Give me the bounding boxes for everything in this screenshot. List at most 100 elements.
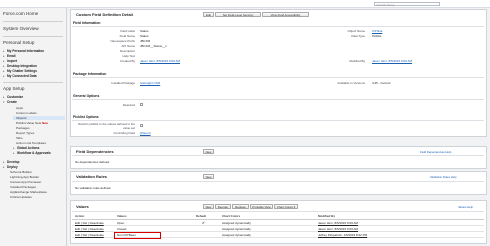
modified-by-link[interactable]: Jeffrey Kirkpatrick, 1/5/2019 8:22 PM bbox=[318, 233, 367, 237]
highlight-box bbox=[114, 232, 161, 239]
new-dependency-button[interactable]: New bbox=[203, 149, 214, 154]
field-information-heading: Field Information bbox=[73, 21, 101, 25]
sidebar-item-picklist-value-sets[interactable]: Picklist Value Sets New bbox=[16, 121, 48, 125]
sidebar-item-label: Create bbox=[7, 100, 17, 104]
required-checkbox bbox=[140, 103, 143, 106]
sidebar-personal-setup-heading: Personal Setup bbox=[3, 40, 35, 45]
sidebar-item-email[interactable]: ▸ Email bbox=[3, 54, 16, 58]
no-validation-rules-text: No validation rules defined. bbox=[75, 186, 112, 190]
row-actions[interactable]: Edit | Del | Deactivate bbox=[75, 221, 104, 225]
sidebar-item-custom-labels[interactable]: Custom Labels bbox=[16, 111, 37, 115]
field-dependencies-title: Field Dependencies bbox=[76, 149, 114, 154]
sidebar-item-packages[interactable]: Packages bbox=[16, 126, 30, 130]
values-help-link[interactable]: Values Help bbox=[458, 205, 473, 209]
sidebar-item-chatter-settings[interactable]: ▸ My Chatter Settings bbox=[3, 69, 37, 73]
sidebar-item-label: Customize bbox=[7, 95, 24, 99]
data-type-value: Picklist bbox=[372, 34, 382, 38]
validation-rules-title: Validation Rules bbox=[76, 174, 107, 179]
modified-by-link[interactable]: Jason Hinz, 8/5/2015 9:06 AM bbox=[318, 221, 358, 225]
row-actions[interactable]: Edit | Del | Deactivate bbox=[75, 227, 104, 231]
field-dependencies-help-link[interactable]: Field Dependencies Help bbox=[420, 150, 451, 154]
new-validation-rule-button[interactable]: New bbox=[203, 174, 214, 179]
divider bbox=[72, 181, 484, 182]
column-header-action: Action bbox=[75, 214, 85, 218]
controlling-field-link[interactable]: [Parent] bbox=[140, 131, 151, 135]
reorder-button[interactable]: Reorder bbox=[215, 204, 231, 209]
column-header-default: Default bbox=[196, 214, 207, 218]
field-label-value: Status bbox=[140, 29, 149, 33]
divider bbox=[72, 211, 484, 212]
field-label-label: Field Label bbox=[120, 29, 135, 33]
validation-rules-help-link[interactable]: Validation Rules Help bbox=[430, 175, 457, 179]
sidebar-item-installed-packages[interactable]: Installed Packages bbox=[10, 185, 36, 189]
restrict-picklist-checkbox bbox=[140, 124, 143, 127]
sidebar-item-tabs[interactable]: Tabs bbox=[16, 136, 23, 140]
default-check-icon: ✔ bbox=[202, 221, 205, 226]
sidebar-item-desktop-integration[interactable]: ▸ Desktop Integration bbox=[3, 64, 37, 68]
set-field-level-security-button[interactable]: Set Field-Level Security bbox=[215, 12, 261, 17]
sidebar-item-develop[interactable]: ▸ Develop bbox=[3, 160, 19, 164]
sidebar-item-create[interactable]: ▾ Create bbox=[3, 100, 17, 104]
divider bbox=[72, 120, 484, 121]
sidebar-item-deploy[interactable]: ▸ Deploy bbox=[3, 165, 18, 169]
sidebar-item-critical-updates[interactable]: Critical Updates bbox=[10, 195, 32, 199]
api-name-label: API Name bbox=[121, 44, 135, 48]
field-name-label: Field Name bbox=[119, 34, 135, 38]
picklist-options-heading: Picklist Options bbox=[73, 115, 99, 119]
setup-search-input[interactable]: Search Setup bbox=[374, 1, 440, 6]
sidebar-item-label: Workflow & Approvals bbox=[17, 151, 51, 155]
field-name-value: Status bbox=[140, 34, 149, 38]
installed-package-link[interactable]: Gainsight CSM bbox=[140, 81, 160, 85]
chevron-down-icon: ▾ bbox=[293, 205, 296, 209]
setup-sidebar: Force.com Home System Overview Personal … bbox=[0, 8, 67, 246]
sidebar-item-appexchange[interactable]: AppExchange Marketplace bbox=[10, 190, 47, 194]
values-title: Values bbox=[76, 204, 89, 209]
sidebar-item-label: My Personal Information bbox=[7, 49, 45, 53]
api-name-value: JBCXM__Status__c bbox=[140, 44, 167, 48]
namespace-prefix-value: JBCXM bbox=[140, 39, 151, 43]
validation-rules-panel bbox=[70, 171, 487, 195]
available-versions-value: 4.25 - Current bbox=[372, 81, 391, 85]
sidebar-item-workflow[interactable]: ▸ Workflow & Approvals bbox=[13, 151, 51, 155]
modified-by-link[interactable]: Jason Hinz, 8/5/2015 9:06 AM bbox=[372, 59, 412, 63]
created-by-label: Created By bbox=[119, 59, 135, 63]
sidebar-system-overview[interactable]: System Overview bbox=[3, 26, 39, 31]
required-label: Required bbox=[122, 103, 135, 107]
chart-color: Assigned dynamically bbox=[222, 233, 251, 238]
sidebar-app-setup-heading: App Setup bbox=[3, 86, 25, 91]
column-header-chart-colors: Chart Colors bbox=[222, 214, 241, 218]
sidebar-item-report-types[interactable]: Report Types bbox=[16, 131, 34, 135]
printable-view-button[interactable]: Printable View bbox=[250, 204, 273, 209]
new-value-button[interactable]: New bbox=[203, 204, 214, 209]
sidebar-item-customize[interactable]: ▸ Customize bbox=[3, 95, 23, 99]
sidebar-item-schema-builder[interactable]: Schema Builder bbox=[10, 170, 32, 174]
created-by-link[interactable]: Jason Hinz, 8/5/2015 9:06 AM bbox=[140, 59, 180, 63]
package-information-heading: Package Information bbox=[73, 72, 107, 76]
row-actions[interactable]: Edit | Del | Deactivate bbox=[75, 233, 104, 237]
sidebar-home-link[interactable]: Force.com Home bbox=[3, 11, 38, 16]
sidebar-item-connected-data[interactable]: ▸ My Connected Data bbox=[3, 74, 37, 78]
sidebar-item-apps[interactable]: Apps bbox=[16, 106, 23, 110]
modified-by-link[interactable]: Jason Hinz, 8/5/2015 9:06 AM bbox=[318, 227, 358, 231]
edit-button[interactable]: Edit bbox=[203, 12, 214, 17]
sidebar-item-objects[interactable]: Objects bbox=[13, 116, 65, 120]
object-name-link[interactable]: CSTask bbox=[372, 29, 382, 33]
chart-color: Assigned dynamically bbox=[222, 221, 251, 226]
chart-colors-dropdown[interactable]: Chart Colors ▾ bbox=[274, 204, 298, 209]
sidebar-item-import[interactable]: ▸ Import bbox=[3, 59, 17, 63]
divider bbox=[72, 77, 484, 78]
sidebar-divider bbox=[3, 82, 63, 83]
sidebar-item-action-link-templates[interactable]: Action Link Templates bbox=[16, 141, 46, 145]
replace-button[interactable]: Replace bbox=[232, 204, 249, 209]
sidebar-item-canvas-app-previewer[interactable]: Canvas App Previewer bbox=[10, 180, 41, 184]
chart-color: Assigned dynamically bbox=[222, 227, 251, 232]
sidebar-item-label: Desktop Integration bbox=[7, 64, 37, 68]
view-field-accessibility-button[interactable]: View Field Accessibility bbox=[262, 12, 309, 17]
namespace-prefix-label: Namespace Prefix bbox=[110, 39, 135, 43]
sidebar-item-lightning-app-builder[interactable]: Lightning App Builder bbox=[10, 175, 39, 179]
sidebar-divider bbox=[3, 36, 63, 37]
available-versions-label: Available in Versions bbox=[337, 81, 365, 85]
sidebar-item-personal-info[interactable]: ▸ My Personal Information bbox=[3, 49, 44, 53]
sidebar-item-label: Picklist Value Sets bbox=[16, 121, 42, 125]
sidebar-item-global-actions[interactable]: ▸ Global Actions bbox=[13, 146, 39, 150]
